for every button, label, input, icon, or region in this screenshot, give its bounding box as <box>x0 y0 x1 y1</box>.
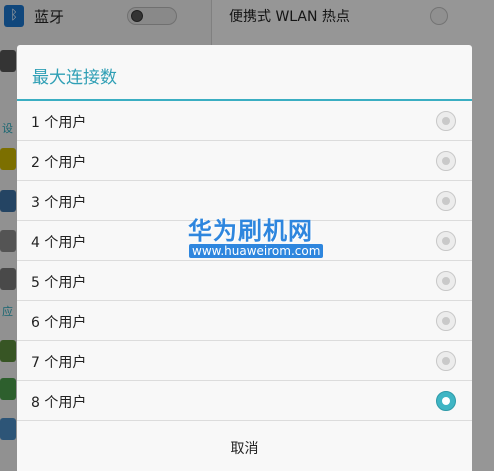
option-7-users[interactable]: 7 个用户 <box>17 341 472 381</box>
radio-button[interactable] <box>436 271 456 291</box>
option-label: 8 个用户 <box>31 395 87 411</box>
max-connections-dialog: 最大连接数 1 个用户 2 个用户 3 个用户 4 个用户 5 个用户 6 个用… <box>17 45 472 471</box>
dialog-title: 最大连接数 <box>32 68 117 88</box>
radio-dot <box>442 157 450 165</box>
radio-button[interactable] <box>436 191 456 211</box>
radio-button-selected[interactable] <box>436 391 456 411</box>
option-1-user[interactable]: 1 个用户 <box>17 101 472 141</box>
option-label: 4 个用户 <box>31 235 87 251</box>
option-6-users[interactable]: 6 个用户 <box>17 301 472 341</box>
radio-dot <box>442 197 450 205</box>
watermark-title: 华为刷机网 <box>188 217 313 245</box>
cancel-button[interactable]: 取消 <box>17 427 472 471</box>
option-label: 2 个用户 <box>31 155 87 171</box>
radio-dot <box>442 277 450 285</box>
radio-dot <box>442 357 450 365</box>
radio-button[interactable] <box>436 351 456 371</box>
option-label: 5 个用户 <box>31 275 87 291</box>
radio-dot <box>442 237 450 245</box>
radio-button[interactable] <box>436 231 456 251</box>
option-label: 6 个用户 <box>31 315 87 331</box>
option-label: 3 个用户 <box>31 195 87 211</box>
option-label: 7 个用户 <box>31 355 87 371</box>
option-8-users[interactable]: 8 个用户 <box>17 381 472 421</box>
watermark-url: www.huaweirom.com <box>189 244 324 258</box>
radio-button[interactable] <box>436 151 456 171</box>
radio-dot <box>442 317 450 325</box>
radio-button[interactable] <box>436 111 456 131</box>
radio-button[interactable] <box>436 311 456 331</box>
radio-dot <box>442 117 450 125</box>
option-label: 1 个用户 <box>31 115 87 131</box>
option-5-users[interactable]: 5 个用户 <box>17 261 472 301</box>
option-2-users[interactable]: 2 个用户 <box>17 141 472 181</box>
radio-dot <box>442 397 450 405</box>
